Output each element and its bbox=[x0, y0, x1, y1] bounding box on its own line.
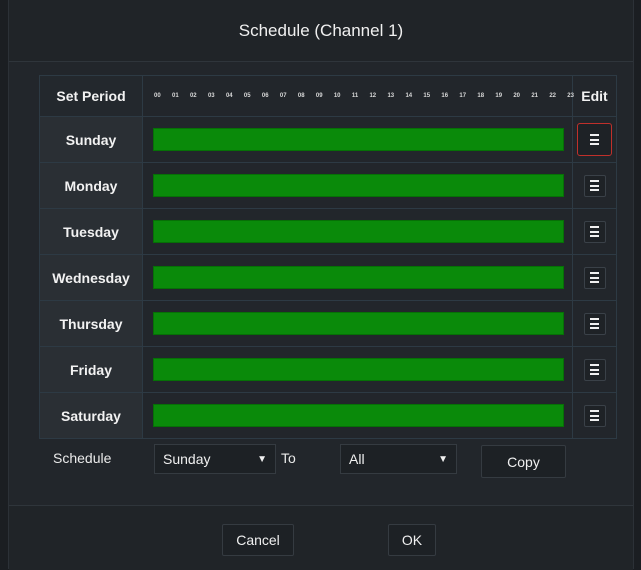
hour-label: 09 bbox=[315, 93, 323, 99]
recording-period-bar[interactable] bbox=[153, 174, 564, 197]
recording-period-bar[interactable] bbox=[153, 266, 564, 289]
hour-label: 04 bbox=[225, 93, 233, 99]
hour-label: 19 bbox=[495, 93, 503, 99]
list-icon bbox=[590, 318, 599, 329]
hour-label: 08 bbox=[297, 93, 305, 99]
hour-label: 20 bbox=[513, 93, 521, 99]
hour-label: 06 bbox=[261, 93, 269, 99]
schedule-row: Saturday bbox=[40, 393, 616, 438]
time-track[interactable] bbox=[143, 209, 573, 254]
hour-label: 17 bbox=[459, 93, 467, 99]
hour-label: 05 bbox=[243, 93, 251, 99]
edit-cell bbox=[573, 209, 616, 254]
grid-header-row: Set Period 00 01 02 03 04 05 06 07 08 09 10 11 12 13 1… bbox=[40, 76, 616, 117]
edit-button[interactable] bbox=[583, 220, 606, 243]
schedule-row: Wednesday bbox=[40, 255, 616, 301]
schedule-row: Monday bbox=[40, 163, 616, 209]
hour-label: 16 bbox=[441, 93, 449, 99]
dialog-footer: Cancel OK bbox=[9, 505, 633, 570]
to-day-value: All bbox=[349, 451, 365, 467]
edit-cell bbox=[573, 347, 616, 392]
list-icon bbox=[590, 180, 599, 191]
list-icon bbox=[590, 226, 599, 237]
edit-cell bbox=[573, 393, 616, 438]
edit-cell bbox=[573, 117, 616, 162]
hour-labels: 00 01 02 03 04 05 06 07 08 09 10 11 12 13 14 15 16 17 18 19… bbox=[154, 93, 574, 99]
time-track[interactable] bbox=[143, 255, 573, 300]
time-track[interactable] bbox=[143, 393, 573, 438]
caret-down-icon: ▼ bbox=[438, 454, 448, 465]
hour-label: 15 bbox=[423, 93, 431, 99]
ok-button[interactable]: OK bbox=[388, 524, 436, 556]
schedule-grid: Set Period 00 01 02 03 04 05 06 07 08 09 10 11 12 13 1… bbox=[39, 75, 617, 439]
hour-label: 18 bbox=[477, 93, 485, 99]
edit-button[interactable] bbox=[583, 266, 606, 289]
schedule-row: Tuesday bbox=[40, 209, 616, 255]
edit-button[interactable] bbox=[583, 404, 606, 427]
schedule-copy-row: Schedule Sunday ▼ To All ▼ Copy bbox=[9, 440, 633, 480]
time-track[interactable] bbox=[143, 347, 573, 392]
recording-period-bar[interactable] bbox=[153, 128, 564, 151]
day-label: Monday bbox=[40, 163, 143, 208]
day-label: Saturday bbox=[40, 393, 143, 438]
schedule-row: Sunday bbox=[40, 117, 616, 163]
hour-scale: 00 01 02 03 04 05 06 07 08 09 10 11 12 13 14 15 16 17 18 19… bbox=[143, 76, 574, 116]
day-label: Wednesday bbox=[40, 255, 143, 300]
hour-label: 07 bbox=[279, 93, 287, 99]
time-track[interactable] bbox=[143, 163, 573, 208]
edit-cell bbox=[573, 301, 616, 346]
edit-cell bbox=[573, 255, 616, 300]
cancel-button[interactable]: Cancel bbox=[222, 524, 294, 556]
list-icon bbox=[590, 410, 599, 421]
edit-button[interactable] bbox=[583, 358, 606, 381]
day-label: Tuesday bbox=[40, 209, 143, 254]
recording-period-bar[interactable] bbox=[153, 358, 564, 381]
schedule-row: Friday bbox=[40, 347, 616, 393]
day-label: Sunday bbox=[40, 117, 143, 162]
recording-period-bar[interactable] bbox=[153, 404, 564, 427]
hour-label: 00 bbox=[154, 93, 161, 99]
hour-label: 11 bbox=[351, 93, 359, 99]
hour-label: 22 bbox=[549, 93, 556, 99]
edit-header: Edit bbox=[581, 88, 608, 104]
hour-label: 21 bbox=[531, 93, 539, 99]
to-label: To bbox=[281, 450, 296, 466]
recording-period-bar[interactable] bbox=[153, 220, 564, 243]
day-label: Thursday bbox=[40, 301, 143, 346]
list-icon bbox=[590, 134, 599, 145]
schedule-dialog: Schedule (Channel 1) Set Period 00 01 02 03… bbox=[8, 0, 634, 570]
edit-button[interactable] bbox=[583, 312, 606, 335]
hour-label: 01 bbox=[171, 93, 179, 99]
hour-label: 12 bbox=[369, 93, 377, 99]
hour-label: 02 bbox=[189, 93, 197, 99]
from-day-select[interactable]: Sunday ▼ bbox=[154, 444, 276, 474]
time-track[interactable] bbox=[143, 117, 573, 162]
hour-label: 13 bbox=[387, 93, 395, 99]
schedule-label: Schedule bbox=[53, 450, 112, 466]
set-period-header: Set Period bbox=[40, 76, 143, 116]
caret-down-icon: ▼ bbox=[257, 454, 267, 465]
hour-label: 03 bbox=[207, 93, 215, 99]
from-day-value: Sunday bbox=[163, 451, 211, 467]
to-day-select[interactable]: All ▼ bbox=[340, 444, 457, 474]
hour-label: 10 bbox=[333, 93, 341, 99]
edit-button[interactable] bbox=[577, 123, 612, 156]
time-track[interactable] bbox=[143, 301, 573, 346]
day-label: Friday bbox=[40, 347, 143, 392]
dialog-title: Schedule (Channel 1) bbox=[9, 0, 633, 62]
list-icon bbox=[590, 364, 599, 375]
edit-header-cell: Edit bbox=[573, 76, 616, 116]
list-icon bbox=[590, 272, 599, 283]
hour-label: 14 bbox=[405, 93, 413, 99]
recording-period-bar[interactable] bbox=[153, 312, 564, 335]
edit-button[interactable] bbox=[583, 174, 606, 197]
edit-cell bbox=[573, 163, 616, 208]
schedule-row: Thursday bbox=[40, 301, 616, 347]
hour-label: 23 bbox=[567, 93, 574, 99]
copy-button[interactable]: Copy bbox=[481, 445, 566, 478]
